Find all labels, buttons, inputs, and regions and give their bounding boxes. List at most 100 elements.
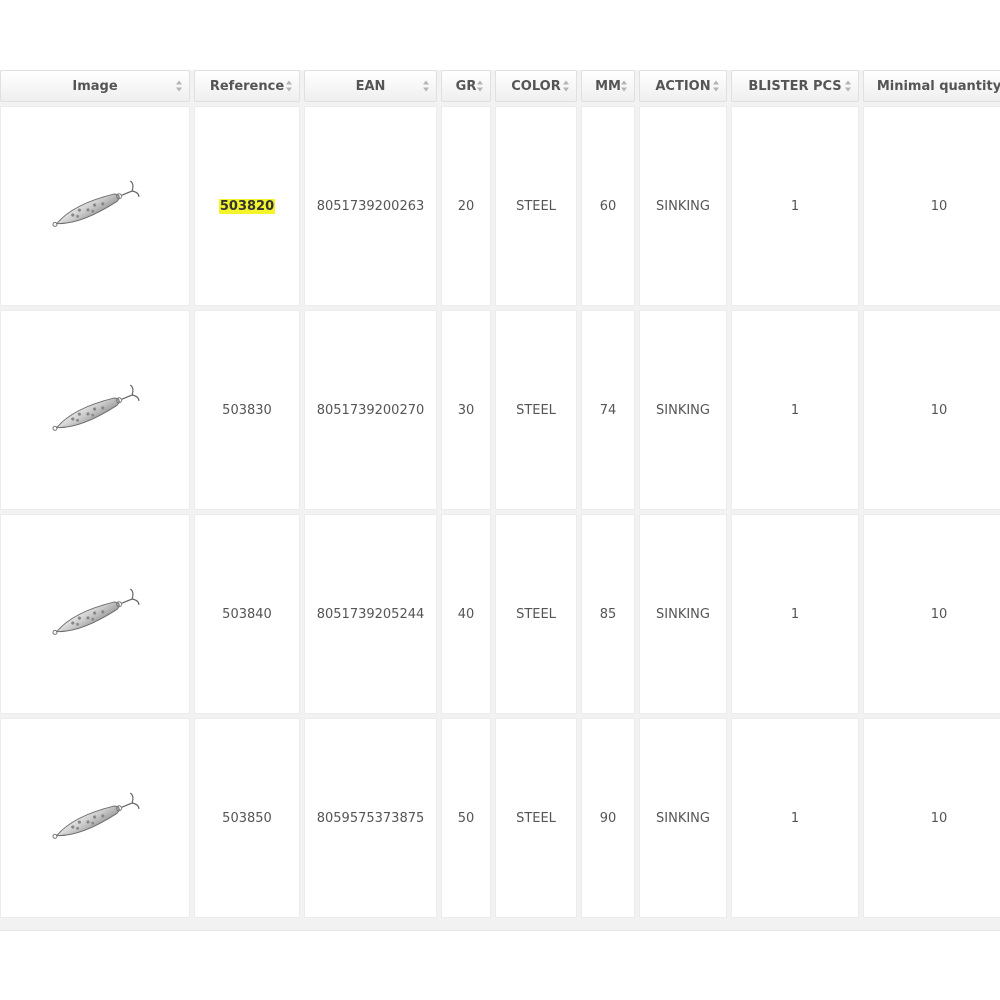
column-header-label: EAN: [355, 78, 386, 94]
cell-action-value: SINKING: [656, 810, 710, 826]
lure-image[interactable]: [45, 176, 145, 236]
cell-color-value: STEEL: [516, 810, 556, 826]
cell-reference: 503840: [194, 514, 300, 714]
cell-mm: 90: [581, 718, 635, 918]
cell-mm: 74: [581, 310, 635, 510]
column-header-minqty[interactable]: Minimal quantity: [863, 70, 1000, 102]
sort-icon[interactable]: [176, 80, 183, 92]
cell-ean-value: 8051739200263: [316, 198, 425, 214]
column-header-label: Reference: [209, 78, 285, 94]
cell-blister-value: 1: [790, 402, 800, 418]
sort-icon[interactable]: [286, 80, 293, 92]
column-header-action[interactable]: ACTION: [639, 70, 727, 102]
cell-minqty: 10: [863, 310, 1000, 510]
cell-color-value: STEEL: [516, 606, 556, 622]
sort-icon[interactable]: [423, 80, 430, 92]
column-header-gr[interactable]: GR: [441, 70, 491, 102]
cell-action-value: SINKING: [656, 198, 710, 214]
cell-reference-value[interactable]: 503850: [222, 811, 272, 826]
cell-minqty: 10: [863, 106, 1000, 306]
cell-ean: 8051739205244: [304, 514, 437, 714]
cell-ean: 8051739200270: [304, 310, 437, 510]
sort-icon[interactable]: [845, 80, 852, 92]
cell-mm-value: 60: [599, 198, 617, 214]
cell-gr-value: 50: [457, 810, 475, 826]
cell-minqty-value: 10: [930, 402, 948, 418]
cell-image: [0, 514, 190, 714]
column-header-label: MM: [595, 78, 621, 94]
cell-color: STEEL: [495, 514, 577, 714]
cell-ean-value: 8051739200270: [316, 402, 425, 418]
column-header-color[interactable]: COLOR: [495, 70, 577, 102]
lure-image[interactable]: [45, 380, 145, 440]
cell-minqty: 10: [863, 514, 1000, 714]
cell-gr: 20: [441, 106, 491, 306]
cell-action: SINKING: [639, 514, 727, 714]
sort-icon[interactable]: [713, 80, 720, 92]
column-header-reference[interactable]: Reference: [194, 70, 300, 102]
sort-icon[interactable]: [563, 80, 570, 92]
cell-mm-value: 74: [599, 402, 617, 418]
cell-color: STEEL: [495, 106, 577, 306]
cell-blister-value: 1: [790, 810, 800, 826]
cell-gr: 30: [441, 310, 491, 510]
column-header-mm[interactable]: MM: [581, 70, 635, 102]
product-table-container: Image Reference EAN GR COLOR MM ACTION BLISTER …: [0, 70, 1000, 931]
cell-image: [0, 310, 190, 510]
cell-ean-value: 8059575373875: [316, 810, 425, 826]
cell-mm: 60: [581, 106, 635, 306]
cell-minqty-value: 10: [930, 606, 948, 622]
column-header-label: GR: [455, 78, 477, 94]
cell-reference: 503850: [194, 718, 300, 918]
cell-color-value: STEEL: [516, 198, 556, 214]
cell-color: STEEL: [495, 310, 577, 510]
cell-reference-value[interactable]: 503830: [222, 403, 272, 418]
product-table: Image Reference EAN GR COLOR MM ACTION BLISTER …: [0, 70, 1000, 918]
cell-reference: 503830: [194, 310, 300, 510]
cell-blister: 1: [731, 514, 859, 714]
cell-blister-value: 1: [790, 606, 800, 622]
cell-action-value: SINKING: [656, 402, 710, 418]
column-header-ean[interactable]: EAN: [304, 70, 437, 102]
cell-color-value: STEEL: [516, 402, 556, 418]
cell-action-value: SINKING: [656, 606, 710, 622]
cell-blister: 1: [731, 106, 859, 306]
cell-gr: 50: [441, 718, 491, 918]
lure-image[interactable]: [45, 584, 145, 644]
cell-mm-value: 85: [599, 606, 617, 622]
cell-ean: 8051739200263: [304, 106, 437, 306]
column-header-label: ACTION: [655, 78, 711, 94]
cell-blister: 1: [731, 718, 859, 918]
cell-gr-value: 40: [457, 606, 475, 622]
cell-blister: 1: [731, 310, 859, 510]
cell-image: [0, 718, 190, 918]
column-header-label: Minimal quantity: [876, 78, 1000, 94]
cell-action: SINKING: [639, 718, 727, 918]
column-header-label: BLISTER PCS: [748, 78, 842, 94]
cell-minqty: 10: [863, 718, 1000, 918]
sort-icon[interactable]: [477, 80, 484, 92]
cell-minqty-value: 10: [930, 810, 948, 826]
cell-action: SINKING: [639, 106, 727, 306]
cell-reference-value[interactable]: 503840: [222, 607, 272, 622]
column-header-label: Image: [72, 78, 118, 94]
cell-gr: 40: [441, 514, 491, 714]
cell-mm: 85: [581, 514, 635, 714]
column-header-label: COLOR: [511, 78, 561, 94]
cell-ean: 8059575373875: [304, 718, 437, 918]
cell-action: SINKING: [639, 310, 727, 510]
cell-image: [0, 106, 190, 306]
cell-gr-value: 20: [457, 198, 475, 214]
cell-reference: 503820: [194, 106, 300, 306]
lure-image[interactable]: [45, 788, 145, 848]
cell-reference-value[interactable]: 503820: [218, 198, 276, 214]
cell-blister-value: 1: [790, 198, 800, 214]
cell-gr-value: 30: [457, 402, 475, 418]
column-header-image[interactable]: Image: [0, 70, 190, 102]
cell-color: STEEL: [495, 718, 577, 918]
column-header-blister[interactable]: BLISTER PCS: [731, 70, 859, 102]
cell-mm-value: 90: [599, 810, 617, 826]
cell-ean-value: 8051739205244: [316, 606, 425, 622]
cell-minqty-value: 10: [930, 198, 948, 214]
sort-icon[interactable]: [621, 80, 628, 92]
